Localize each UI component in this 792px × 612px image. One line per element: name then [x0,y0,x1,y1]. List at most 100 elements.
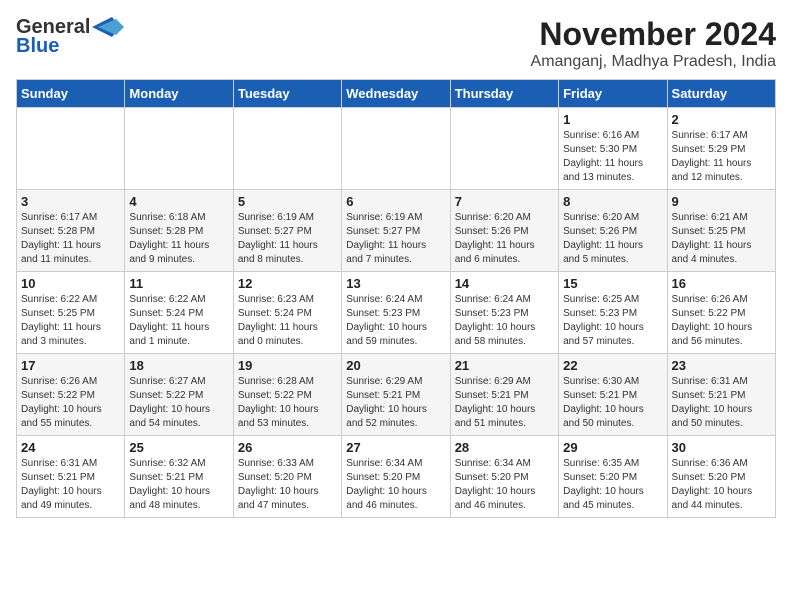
calendar-cell-w5-d6: 29 Sunrise: 6:35 AM Sunset: 5:20 PM Dayli… [559,436,667,518]
calendar-cell-w2-d6: 8Sunrise: 6:20 AM Sunset: 5:26 PM Daylig… [559,190,667,272]
day-number: 27 [346,440,445,455]
calendar-cell-w3-d4: 13 Sunrise: 6:24 AM Sunset: 5:23 PM Dayli… [342,272,450,354]
day-number: 3 [21,194,120,209]
day-info: Sunrise: 6:28 AM Sunset: 5:22 PM Dayligh… [238,375,337,431]
calendar-cell-w2-d4: 6 Sunrise: 6:19 AM Sunset: 5:27 PM Daylig… [342,190,450,272]
calendar-cell-w2-d7: 9 Sunrise: 6:21 AM Sunset: 5:25 PM Daylig… [667,190,775,272]
calendar-cell-w2-d5: 7 Sunrise: 6:20 AM Sunset: 5:26 PM Daylig… [450,190,558,272]
calendar-cell-w2-d3: 5Sunrise: 6:19 AM Sunset: 5:27 PM Daylig… [233,190,341,272]
calendar-cell-w4-d4: 20 Sunrise: 6:29 AM Sunset: 5:21 PM Dayli… [342,354,450,436]
calendar-week-1: 1 Sunrise: 6:16 AM Sunset: 5:30 PM Daylig… [17,108,776,190]
header-friday: Friday [559,80,667,108]
calendar-cell-w4-d3: 19 Sunrise: 6:28 AM Sunset: 5:22 PM Dayli… [233,354,341,436]
calendar-cell-w5-d1: 24 Sunrise: 6:31 AM Sunset: 5:21 PM Dayli… [17,436,125,518]
day-info: Sunrise: 6:22 AM Sunset: 5:25 PM Dayligh… [21,293,120,349]
logo: General Blue [16,16,124,58]
day-info: Sunrise: 6:27 AM Sunset: 5:22 PM Dayligh… [129,375,228,431]
header-thursday: Thursday [450,80,558,108]
calendar-week-3: 10 Sunrise: 6:22 AM Sunset: 5:25 PM Dayli… [17,272,776,354]
calendar-cell-w4-d2: 18 Sunrise: 6:27 AM Sunset: 5:22 PM Dayli… [125,354,233,436]
day-number: 12 [238,276,337,291]
day-number: 9 [672,194,771,209]
day-number: 18 [129,358,228,373]
day-info: Sunrise: 6:29 AM Sunset: 5:21 PM Dayligh… [346,375,445,431]
logo-text-blue: Blue [16,35,59,58]
day-info: Sunrise: 6:19 AM Sunset: 5:27 PM Dayligh… [238,211,337,267]
day-info: Sunrise: 6:23 AM Sunset: 5:24 PM Dayligh… [238,293,337,349]
day-info: Sunrise: 6:32 AM Sunset: 5:21 PM Dayligh… [129,457,228,513]
calendar-cell-w1-d1 [17,108,125,190]
calendar-cell-w1-d5 [450,108,558,190]
day-info: Sunrise: 6:36 AM Sunset: 5:20 PM Dayligh… [672,457,771,513]
calendar-week-2: 3 Sunrise: 6:17 AM Sunset: 5:28 PM Daylig… [17,190,776,272]
calendar-cell-w1-d7: 2Sunrise: 6:17 AM Sunset: 5:29 PM Daylig… [667,108,775,190]
day-number: 25 [129,440,228,455]
day-number: 11 [129,276,228,291]
subtitle: Amanganj, Madhya Pradesh, India [531,53,776,71]
day-number: 4 [129,194,228,209]
day-number: 28 [455,440,554,455]
header-tuesday: Tuesday [233,80,341,108]
day-info: Sunrise: 6:18 AM Sunset: 5:28 PM Dayligh… [129,211,228,267]
day-number: 8 [563,194,662,209]
header-wednesday: Wednesday [342,80,450,108]
day-info: Sunrise: 6:34 AM Sunset: 5:20 PM Dayligh… [455,457,554,513]
day-number: 30 [672,440,771,455]
day-info: Sunrise: 6:16 AM Sunset: 5:30 PM Dayligh… [563,129,662,185]
calendar-cell-w5-d4: 27Sunrise: 6:34 AM Sunset: 5:20 PM Dayli… [342,436,450,518]
calendar-cell-w3-d6: 15 Sunrise: 6:25 AM Sunset: 5:23 PM Dayli… [559,272,667,354]
day-number: 23 [672,358,771,373]
calendar-cell-w3-d7: 16Sunrise: 6:26 AM Sunset: 5:22 PM Dayli… [667,272,775,354]
calendar-cell-w4-d1: 17 Sunrise: 6:26 AM Sunset: 5:22 PM Dayli… [17,354,125,436]
calendar-cell-w1-d3 [233,108,341,190]
calendar-cell-w3-d3: 12 Sunrise: 6:23 AM Sunset: 5:24 PM Dayli… [233,272,341,354]
day-number: 17 [21,358,120,373]
day-info: Sunrise: 6:24 AM Sunset: 5:23 PM Dayligh… [346,293,445,349]
calendar-cell-w2-d2: 4 Sunrise: 6:18 AM Sunset: 5:28 PM Daylig… [125,190,233,272]
day-number: 1 [563,112,662,127]
day-number: 24 [21,440,120,455]
day-info: Sunrise: 6:30 AM Sunset: 5:21 PM Dayligh… [563,375,662,431]
day-number: 13 [346,276,445,291]
logo-arrow-icon [92,17,124,37]
calendar-week-4: 17 Sunrise: 6:26 AM Sunset: 5:22 PM Dayli… [17,354,776,436]
calendar-cell-w4-d7: 23 Sunrise: 6:31 AM Sunset: 5:21 PM Dayli… [667,354,775,436]
day-info: Sunrise: 6:31 AM Sunset: 5:21 PM Dayligh… [21,457,120,513]
day-number: 21 [455,358,554,373]
calendar-cell-w3-d2: 11Sunrise: 6:22 AM Sunset: 5:24 PM Dayli… [125,272,233,354]
day-number: 14 [455,276,554,291]
day-number: 10 [21,276,120,291]
page-header: General Blue November 2024 Amanganj, Mad… [16,16,776,71]
calendar-cell-w5-d5: 28 Sunrise: 6:34 AM Sunset: 5:20 PM Dayli… [450,436,558,518]
main-title: November 2024 [531,16,776,53]
calendar-cell-w4-d5: 21Sunrise: 6:29 AM Sunset: 5:21 PM Dayli… [450,354,558,436]
day-info: Sunrise: 6:21 AM Sunset: 5:25 PM Dayligh… [672,211,771,267]
calendar-header-row: Sunday Monday Tuesday Wednesday Thursday… [17,80,776,108]
day-info: Sunrise: 6:31 AM Sunset: 5:21 PM Dayligh… [672,375,771,431]
calendar-cell-w1-d2 [125,108,233,190]
calendar-table: Sunday Monday Tuesday Wednesday Thursday… [16,79,776,518]
day-number: 2 [672,112,771,127]
day-info: Sunrise: 6:25 AM Sunset: 5:23 PM Dayligh… [563,293,662,349]
day-number: 6 [346,194,445,209]
calendar-cell-w5-d7: 30 Sunrise: 6:36 AM Sunset: 5:20 PM Dayli… [667,436,775,518]
day-info: Sunrise: 6:35 AM Sunset: 5:20 PM Dayligh… [563,457,662,513]
day-number: 29 [563,440,662,455]
day-number: 19 [238,358,337,373]
calendar-cell-w3-d5: 14Sunrise: 6:24 AM Sunset: 5:23 PM Dayli… [450,272,558,354]
day-number: 16 [672,276,771,291]
day-info: Sunrise: 6:20 AM Sunset: 5:26 PM Dayligh… [455,211,554,267]
calendar-week-5: 24 Sunrise: 6:31 AM Sunset: 5:21 PM Dayli… [17,436,776,518]
day-number: 15 [563,276,662,291]
day-info: Sunrise: 6:19 AM Sunset: 5:27 PM Dayligh… [346,211,445,267]
day-info: Sunrise: 6:26 AM Sunset: 5:22 PM Dayligh… [21,375,120,431]
calendar-cell-w1-d4 [342,108,450,190]
calendar-cell-w5-d2: 25 Sunrise: 6:32 AM Sunset: 5:21 PM Dayli… [125,436,233,518]
day-number: 7 [455,194,554,209]
day-number: 20 [346,358,445,373]
day-info: Sunrise: 6:17 AM Sunset: 5:28 PM Dayligh… [21,211,120,267]
calendar-cell-w5-d3: 26 Sunrise: 6:33 AM Sunset: 5:20 PM Dayli… [233,436,341,518]
day-info: Sunrise: 6:33 AM Sunset: 5:20 PM Dayligh… [238,457,337,513]
calendar-cell-w4-d6: 22Sunrise: 6:30 AM Sunset: 5:21 PM Dayli… [559,354,667,436]
day-number: 26 [238,440,337,455]
